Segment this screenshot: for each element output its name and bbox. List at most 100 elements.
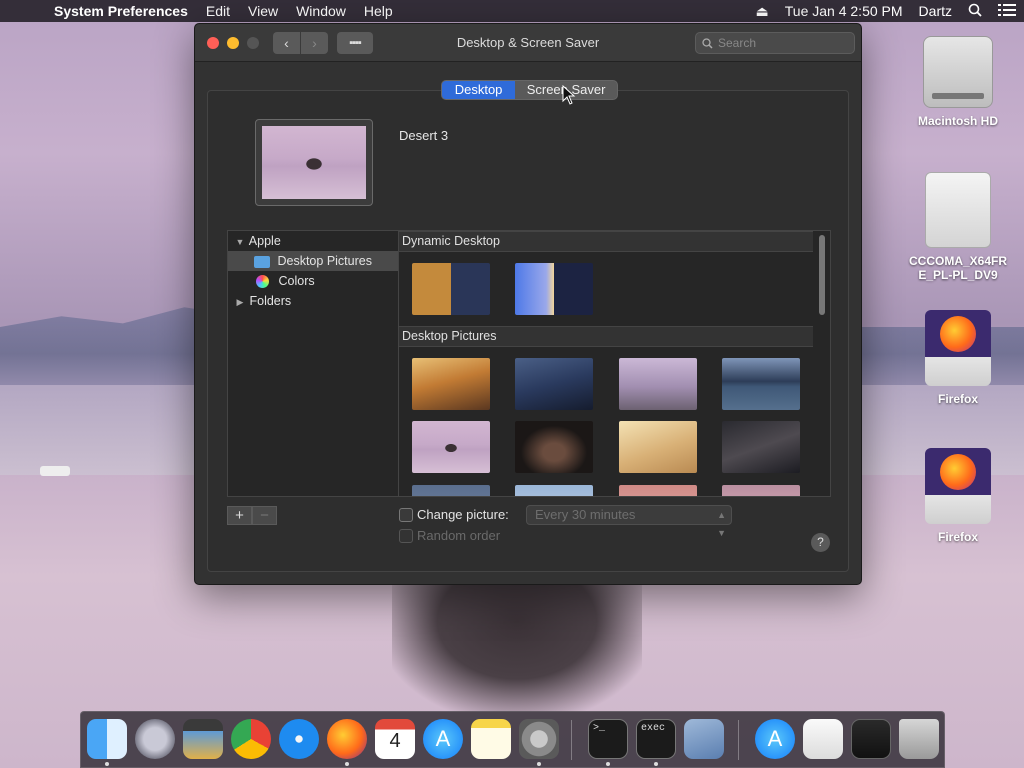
- running-indicator: [537, 762, 541, 766]
- menu-view[interactable]: View: [239, 3, 287, 19]
- add-folder-button[interactable]: +: [227, 506, 252, 525]
- desktop-icon-macintosh-hd[interactable]: Macintosh HD: [903, 36, 1013, 128]
- menu-help[interactable]: Help: [355, 3, 402, 19]
- current-picture-preview: [255, 119, 373, 206]
- running-indicator: [105, 762, 109, 766]
- tab-desktop[interactable]: Desktop: [442, 81, 516, 99]
- thumbnail-mojave-night[interactable]: [515, 358, 593, 410]
- search-input[interactable]: Search: [695, 32, 855, 54]
- vertical-scrollbar[interactable]: [817, 233, 827, 496]
- search-placeholder: Search: [718, 36, 757, 50]
- sidebar-group-folders[interactable]: ▶ Folders: [228, 291, 398, 311]
- sidebar-item-desktop-pictures[interactable]: Desktop Pictures: [228, 251, 398, 271]
- random-order-checkbox[interactable]: [399, 529, 413, 543]
- spotlight-search-icon[interactable]: [960, 3, 990, 20]
- disclosure-open-icon[interactable]: ▼: [234, 232, 246, 252]
- thumbnail-sand-dunes[interactable]: [619, 421, 697, 473]
- change-picture-label: Change picture:: [417, 507, 509, 522]
- desktop-screensaver-window: ‹ › ▪▪▪▪ Desktop & Screen Saver Search D…: [194, 23, 862, 585]
- sidebar-item-label: Desktop Pictures: [277, 254, 372, 268]
- preview-image: [262, 126, 366, 199]
- menu-user[interactable]: Dartz: [911, 3, 960, 19]
- desktop-icon-disk-image[interactable]: CCCOMA_X64FR E_PL-PL_DV9: [903, 172, 1013, 282]
- section-header-pictures: Desktop Pictures: [399, 326, 813, 347]
- file-icon[interactable]: [803, 719, 843, 759]
- menu-window[interactable]: Window: [287, 3, 355, 19]
- safari-icon[interactable]: [279, 719, 319, 759]
- notes-icon[interactable]: [471, 719, 511, 759]
- thumbnail-desert-rock[interactable]: [619, 358, 697, 410]
- firefox-icon[interactable]: [327, 719, 367, 759]
- interval-select[interactable]: Every 30 minutes ▲ ▼: [526, 505, 732, 538]
- sidebar-group-apple[interactable]: ▼ Apple: [228, 231, 398, 251]
- launchpad-icon[interactable]: [135, 719, 175, 759]
- firefox-disk-icon: [925, 310, 991, 386]
- title-bar[interactable]: ‹ › ▪▪▪▪ Desktop & Screen Saver Search: [195, 24, 861, 62]
- photo-booth-icon[interactable]: [183, 719, 223, 759]
- thumbnail-row3-1[interactable]: [412, 485, 490, 496]
- current-picture-name: Desert 3: [399, 128, 449, 143]
- thumbnail-mojave-dynamic[interactable]: [412, 263, 490, 315]
- sidebar-item-label: Colors: [278, 274, 315, 288]
- thumbnail-mojave-day[interactable]: [412, 358, 490, 410]
- eject-icon[interactable]: ⏏: [748, 3, 777, 20]
- menu-edit[interactable]: Edit: [197, 3, 239, 19]
- desktop-icon-firefox-1[interactable]: Firefox: [903, 310, 1013, 406]
- desktop-icon-label: Firefox: [937, 530, 978, 544]
- scrollbar-thumb[interactable]: [819, 235, 825, 315]
- trash-icon[interactable]: [899, 719, 939, 759]
- mouse-pointer-icon: [562, 85, 576, 105]
- dock-separator: [738, 720, 739, 760]
- tab-control: Desktop Screen Saver: [441, 80, 618, 100]
- search-icon: [702, 33, 713, 55]
- running-indicator: [345, 762, 349, 766]
- thumbnail-night-rocks[interactable]: [515, 421, 593, 473]
- folder-icon: [254, 255, 270, 268]
- interval-value: Every 30 minutes: [535, 507, 636, 522]
- notification-center-icon[interactable]: [990, 3, 1024, 19]
- sidebar-group-label: Apple: [248, 234, 281, 248]
- screenshot-icon[interactable]: [851, 719, 891, 759]
- thumbnail-row3-3[interactable]: [619, 485, 697, 496]
- thumbnail-lake-dusk[interactable]: [722, 358, 800, 410]
- color-wheel-icon: [256, 275, 269, 289]
- desktop-icon-label: CCCOMA_X64FR E_PL-PL_DV9: [908, 254, 1007, 282]
- chrome-icon[interactable]: [231, 719, 271, 759]
- menu-app-name[interactable]: System Preferences: [50, 3, 197, 19]
- select-arrows-icon: ▲ ▼: [717, 510, 726, 538]
- desktop-icon-firefox-2[interactable]: Firefox: [903, 448, 1013, 544]
- firefox-disk-icon: [925, 448, 991, 524]
- picture-grid: Dynamic Desktop Desktop Pictures: [399, 230, 831, 497]
- exec-terminal-icon[interactable]: exec: [636, 719, 676, 759]
- app-store-icon[interactable]: A: [423, 719, 463, 759]
- desktop-boat: [40, 466, 70, 476]
- hard-drive-icon: [923, 36, 993, 108]
- preview-icon[interactable]: [684, 719, 724, 759]
- thumbnail-solar-gradients[interactable]: [515, 263, 593, 315]
- source-list: ▼ Apple Desktop Pictures Colors ▶ Folder…: [227, 230, 399, 497]
- change-picture-checkbox[interactable]: [399, 508, 413, 522]
- add-remove-control: + −: [227, 506, 277, 525]
- thumbnail-row3-4[interactable]: [722, 485, 800, 496]
- section-header-dynamic: Dynamic Desktop: [399, 231, 813, 252]
- menu-bar: System Preferences Edit View Window Help…: [0, 0, 1024, 22]
- disk-image-icon: [925, 172, 991, 248]
- sidebar-item-colors[interactable]: Colors: [228, 271, 398, 291]
- remove-folder-button[interactable]: −: [252, 506, 277, 525]
- thumbnail-desert-3[interactable]: [412, 421, 490, 473]
- app-store-download-icon[interactable]: A: [755, 719, 795, 759]
- running-indicator: [606, 762, 610, 766]
- terminal-icon[interactable]: >_: [588, 719, 628, 759]
- finder-icon[interactable]: [87, 719, 127, 759]
- thumbnail-dark-dunes[interactable]: [722, 421, 800, 473]
- disclosure-closed-icon[interactable]: ▶: [234, 292, 246, 312]
- running-indicator: [654, 762, 658, 766]
- sidebar-group-label: Folders: [249, 294, 292, 308]
- desktop-rock-reflection: [392, 582, 642, 712]
- calendar-icon[interactable]: 4: [375, 719, 415, 759]
- system-preferences-icon[interactable]: [519, 719, 559, 759]
- dock-separator: [571, 720, 572, 760]
- thumbnail-row3-2[interactable]: [515, 485, 593, 496]
- menu-clock[interactable]: Tue Jan 4 2:50 PM: [777, 3, 911, 19]
- help-button[interactable]: ?: [811, 533, 830, 552]
